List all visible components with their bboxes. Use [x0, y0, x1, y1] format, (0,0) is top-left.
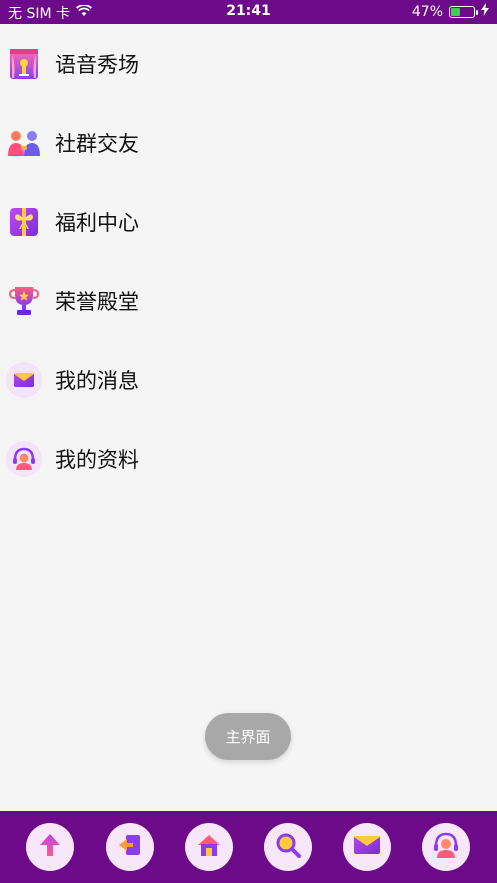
envelope-icon: [6, 361, 42, 398]
menu-item-voice-show[interactable]: 语音秀场: [0, 24, 497, 103]
nav-button-search[interactable]: [264, 823, 312, 871]
menu-item-label: 语音秀场: [55, 52, 139, 77]
menu-list: 语音秀场 社群交友 福利中心 荣誉殿堂 我的消息 我的资料: [0, 24, 497, 498]
profile-headset-icon: [431, 830, 461, 864]
battery-group: 47%: [412, 3, 489, 20]
menu-item-honor[interactable]: 荣誉殿堂: [0, 261, 497, 340]
trophy-icon: [6, 283, 42, 319]
nav-button-up[interactable]: [26, 823, 74, 871]
menu-item-label: 社群交友: [55, 131, 139, 156]
nav-button-profile[interactable]: [422, 823, 470, 871]
exit-icon: [116, 831, 144, 863]
battery-percent: 47%: [411, 3, 443, 20]
menu-item-welfare[interactable]: 福利中心: [0, 182, 497, 261]
people-icon: [6, 125, 42, 161]
nav-button-exit[interactable]: [106, 823, 154, 871]
bottom-nav: [0, 811, 497, 883]
menu-item-label: 我的消息: [55, 368, 139, 393]
envelope-icon: [352, 832, 382, 862]
battery-icon: [449, 5, 478, 18]
nav-button-home[interactable]: [185, 823, 233, 871]
search-icon: [274, 831, 302, 863]
toast-message: 主界面: [205, 713, 291, 760]
menu-item-profile[interactable]: 我的资料: [0, 419, 497, 498]
nav-button-messages[interactable]: [343, 823, 391, 871]
menu-item-label: 荣誉殿堂: [55, 289, 139, 314]
status-bar: 无 SIM 卡 21:41 47%: [0, 0, 497, 24]
menu-item-label: 福利中心: [55, 210, 139, 235]
gift-icon: [6, 204, 42, 240]
menu-item-messages[interactable]: 我的消息: [0, 340, 497, 419]
battery-fill: [451, 7, 461, 16]
charging-bolt-icon: [481, 3, 489, 20]
toast-text: 主界面: [225, 728, 271, 746]
menu-item-community[interactable]: 社群交友: [0, 103, 497, 182]
menu-item-label: 我的资料: [55, 447, 139, 472]
profile-headset-icon: [6, 440, 42, 477]
home-icon: [195, 831, 223, 863]
arrow-up-icon: [36, 831, 64, 863]
stage-curtain-icon: [6, 46, 42, 82]
